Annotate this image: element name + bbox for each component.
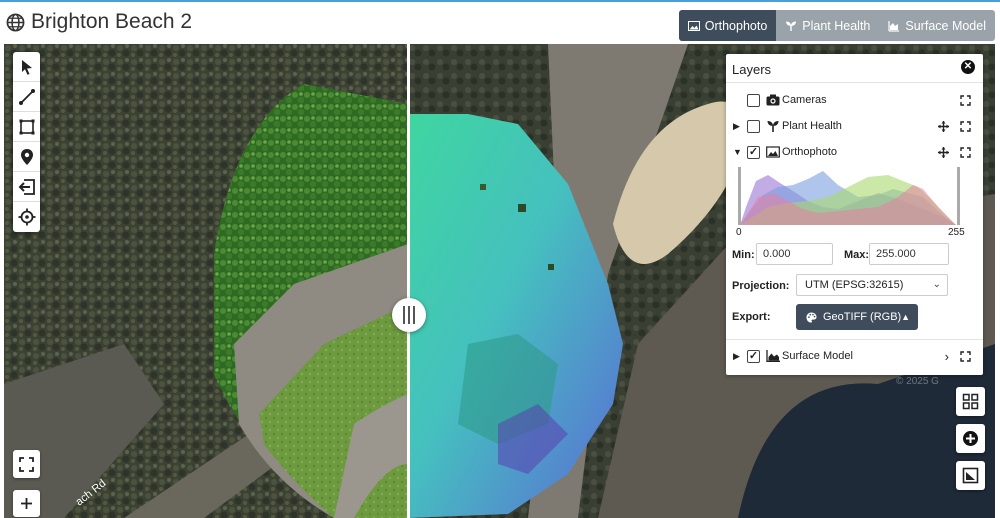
export-format-label: GeoTIFF (RGB) (823, 311, 902, 323)
fullscreen-button[interactable] (13, 450, 40, 478)
export-label: Export: (732, 311, 771, 323)
grid-icon (962, 393, 979, 410)
expand-icon[interactable] (960, 350, 971, 362)
layer-row-plant-health: ▶ Plant Health (726, 116, 983, 136)
area-chart-icon (766, 350, 780, 362)
marker-button[interactable] (13, 142, 40, 172)
locate-button[interactable] (13, 202, 40, 232)
measure-line-icon (18, 88, 35, 105)
move-icon[interactable] (938, 146, 949, 158)
map-attribution: © 2025 G (896, 376, 939, 387)
view-tabs: Orthophoto Plant Health Surface Model (678, 10, 995, 41)
projection-select[interactable]: UTM (EPSG:32615) ⌄ (796, 274, 948, 296)
chevron-right-icon[interactable]: › (945, 349, 949, 364)
tab-plant-health[interactable]: Plant Health (776, 10, 880, 41)
tab-surface-model[interactable]: Surface Model (879, 10, 995, 41)
area-chart-icon (888, 20, 900, 32)
orthophoto-checkbox[interactable]: ✓ (747, 145, 760, 159)
globe-icon (6, 13, 25, 31)
header: Brighton Beach 2 Orthophoto Plant Health… (0, 0, 1000, 44)
add-layer-button[interactable] (956, 424, 985, 453)
image-icon (687, 20, 700, 31)
locate-icon (18, 208, 35, 226)
tab-orthophoto[interactable]: Orthophoto (678, 10, 777, 41)
marker-icon (20, 148, 33, 165)
tab-plant-health-label: Plant Health (802, 18, 871, 33)
measure-area-icon (19, 119, 34, 134)
zoom-in-button[interactable] (13, 490, 40, 517)
plant-health-label: Plant Health (782, 120, 842, 132)
hist-max-tick: 255 (948, 227, 965, 238)
camera-icon (766, 94, 780, 106)
project-title: Brighton Beach 2 (31, 10, 193, 33)
expand-icon[interactable] (960, 146, 971, 158)
map-frame-icon (962, 467, 979, 484)
layer-row-surface-model: ▶ ✓ Surface Model › (726, 346, 983, 366)
export-icon (18, 178, 35, 195)
measure-area-button[interactable] (13, 112, 40, 142)
move-icon[interactable] (938, 120, 949, 132)
caret-right-icon[interactable]: ▶ (733, 351, 740, 362)
plant-icon (786, 21, 797, 31)
image-icon (766, 146, 780, 158)
page-title: Brighton Beach 2 (6, 10, 192, 34)
export-button[interactable] (13, 172, 40, 202)
palette-icon (806, 311, 817, 323)
chevron-down-icon: ⌄ (932, 279, 941, 290)
min-input[interactable]: 0.000 (756, 243, 833, 265)
projection-value: UTM (EPSG:32615) (805, 279, 904, 291)
select-arrow-icon (21, 59, 32, 75)
swipe-divider[interactable] (407, 44, 410, 518)
layer-view-button[interactable] (956, 461, 985, 490)
tab-orthophoto-label: Orthophoto (704, 18, 768, 33)
max-label: Max: (844, 249, 870, 261)
histogram (738, 167, 960, 225)
surface-model-checkbox[interactable]: ✓ (747, 349, 760, 363)
select-tool-button[interactable] (13, 52, 40, 82)
plus-icon (21, 498, 32, 509)
caret-down-icon[interactable]: ▼ (733, 147, 742, 157)
plant-icon (767, 121, 779, 132)
fullscreen-icon (19, 456, 34, 472)
expand-icon[interactable] (960, 120, 971, 132)
surface-model-label: Surface Model (782, 350, 853, 362)
orthophoto-label: Orthophoto (782, 146, 838, 158)
tab-surface-model-label: Surface Model (905, 18, 986, 33)
projection-label: Projection: (732, 280, 790, 292)
cameras-label: Cameras (782, 94, 827, 106)
measure-line-button[interactable] (13, 82, 40, 112)
plus-circle-icon (963, 431, 978, 446)
min-label: Min: (732, 249, 755, 261)
plant-health-checkbox[interactable] (747, 119, 760, 133)
close-icon[interactable]: ✕ (961, 60, 975, 74)
caret-up-icon: ▲ (901, 312, 910, 322)
cameras-checkbox[interactable] (747, 93, 760, 107)
layer-row-cameras: Cameras (726, 90, 983, 110)
export-geotiff-button[interactable]: GeoTIFF (RGB) ▲ (796, 304, 918, 330)
orthophoto-layer: ach Rd (4, 44, 408, 518)
caret-right-icon[interactable]: ▶ (733, 121, 740, 132)
layer-row-orthophoto: ▼ ✓ Orthophoto (726, 142, 983, 162)
hist-min-tick: 0 (736, 227, 742, 238)
max-input[interactable]: 255.000 (869, 243, 949, 265)
layout-grid-button[interactable] (956, 387, 985, 416)
swipe-handle[interactable] (392, 298, 426, 332)
expand-icon[interactable] (960, 94, 971, 106)
layers-panel: Layers ✕ Cameras ▶ Plant Health ▼ ✓ Orth… (726, 54, 983, 375)
layers-title: Layers (732, 62, 772, 77)
map-toolbar (13, 52, 40, 232)
